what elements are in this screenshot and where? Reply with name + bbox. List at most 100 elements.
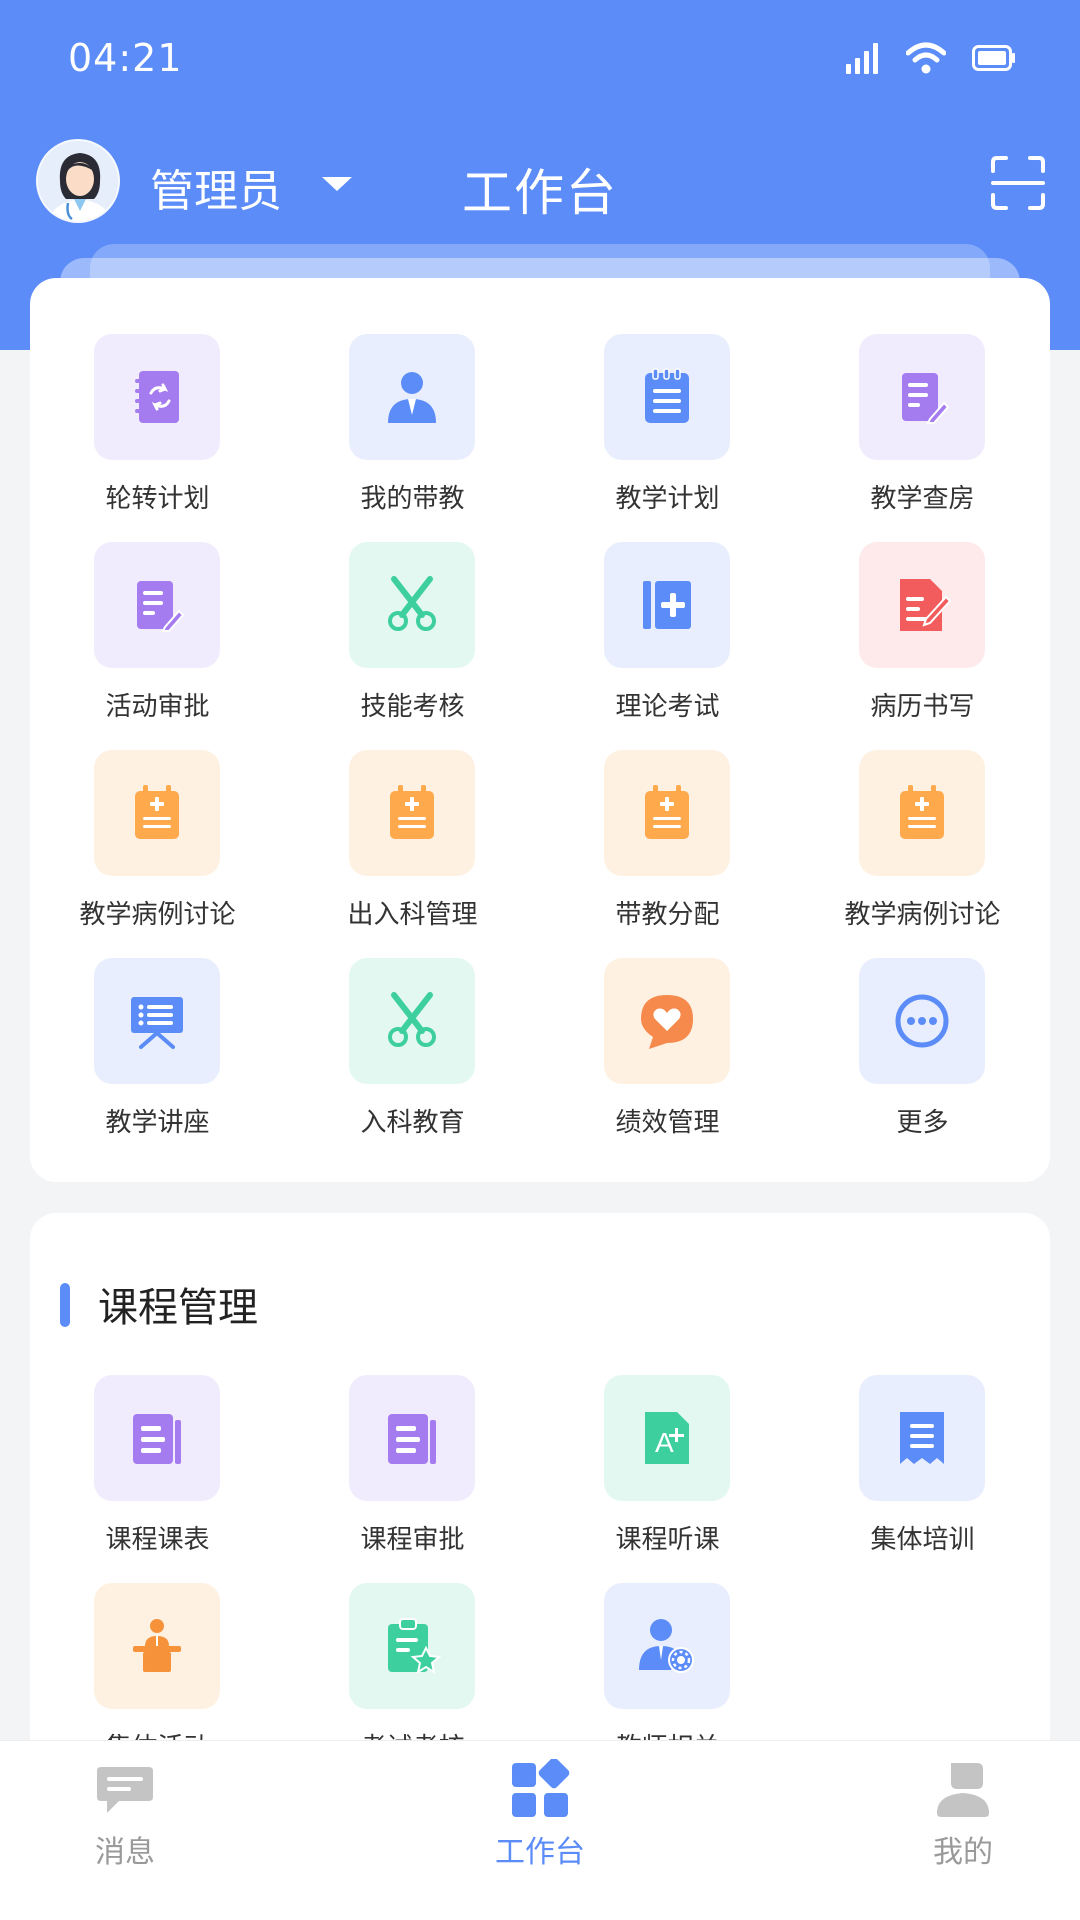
grid-item[interactable]: 教学讲座 xyxy=(30,958,285,1166)
grid-item-label: 轮转计划 xyxy=(105,484,210,514)
icon-tile xyxy=(859,750,985,876)
icon-tile xyxy=(349,334,475,460)
grid-item[interactable]: 带教分配 xyxy=(540,750,795,958)
grid-item[interactable]: 轮转计划 xyxy=(30,334,285,542)
grid-item-label: 活动审批 xyxy=(105,692,210,722)
grid-item-label: 教学计划 xyxy=(615,484,720,514)
signal-icon xyxy=(846,43,878,74)
grid-item-label: 技能考核 xyxy=(360,692,465,722)
icon-tile xyxy=(94,958,220,1084)
grid-item-label: 出入科管理 xyxy=(347,900,478,930)
grid-item-label: 入科教育 xyxy=(360,1108,465,1138)
wifi-icon xyxy=(906,42,946,74)
notebook-sync-icon xyxy=(135,371,179,423)
icon-tile xyxy=(604,958,730,1084)
grid-item[interactable]: 我的带教 xyxy=(285,334,540,542)
message-icon xyxy=(97,1767,153,1813)
scissors-icon xyxy=(388,992,436,1047)
grid-item[interactable]: 教学病例讨论 xyxy=(30,750,285,958)
grid-item[interactable]: 教学查房 xyxy=(795,334,1050,542)
status-time: 04:21 xyxy=(68,36,183,80)
document-edit-icon xyxy=(137,581,185,632)
lecturer-podium-icon xyxy=(133,1619,181,1672)
battery-icon xyxy=(972,45,1015,71)
page-title: 工作台 xyxy=(462,164,618,222)
profile-icon xyxy=(937,1763,989,1817)
grid-item-label: 病历书写 xyxy=(870,692,975,722)
grid-item[interactable]: 教学病例讨论 xyxy=(795,750,1050,958)
section-accent-bar xyxy=(60,1283,70,1327)
grid-item-label: 教学病例讨论 xyxy=(79,900,236,930)
clipboard-star-icon xyxy=(388,1618,442,1675)
medical-record-pen-icon xyxy=(900,579,952,631)
tab-profile[interactable]: 我的 xyxy=(853,1741,1073,1920)
grid-item-label: 教学讲座 xyxy=(105,1108,210,1138)
icon-tile xyxy=(859,542,985,668)
course-card: 课程管理 课程课表课程审批A课程听课集体培训集体活动考试考核教师相关 xyxy=(30,1213,1050,1813)
grid-item[interactable]: A 课程听课 xyxy=(540,1375,795,1583)
icon-tile xyxy=(349,750,475,876)
scissors-icon xyxy=(388,576,436,631)
more-dots-icon xyxy=(895,994,949,1048)
presentation-board-icon xyxy=(131,997,183,1049)
document-lines-icon xyxy=(388,1414,436,1464)
icon-tile xyxy=(94,750,220,876)
status-icons xyxy=(844,40,1016,76)
icon-tile xyxy=(604,750,730,876)
icon-tile xyxy=(604,542,730,668)
tab-workbench[interactable]: 工作台 xyxy=(430,1741,650,1920)
grid-item-label: 课程审批 xyxy=(360,1525,465,1555)
grid-item[interactable]: 入科教育 xyxy=(285,958,540,1166)
icon-tile xyxy=(94,1583,220,1709)
tab-label: 我的 xyxy=(933,1835,993,1870)
icon-tile xyxy=(859,1375,985,1501)
grid-item[interactable]: 出入科管理 xyxy=(285,750,540,958)
grid-item-label: 课程课表 xyxy=(105,1525,210,1555)
heart-chat-icon xyxy=(641,995,693,1049)
bottom-tabbar: 消息 工作台 我的 xyxy=(0,1740,1080,1920)
user-gear-icon xyxy=(639,1619,694,1673)
grid-item-label: 教学病例讨论 xyxy=(844,900,1001,930)
section-title: 课程管理 xyxy=(98,1285,258,1331)
scan-icon[interactable] xyxy=(990,155,1046,211)
icon-tile xyxy=(859,334,985,460)
function-card: 轮转计划 我的带教 教学计划 教学查房活动审批 技能考核 理论考试 病历书写教学病例讨论 出入… xyxy=(30,278,1050,1182)
icon-tile: A xyxy=(604,1375,730,1501)
tab-label: 消息 xyxy=(95,1835,155,1870)
grid-item[interactable]: 活动审批 xyxy=(30,542,285,750)
grid-item[interactable]: 技能考核 xyxy=(285,542,540,750)
grid-item-label: 绩效管理 xyxy=(615,1108,720,1138)
icon-tile xyxy=(349,542,475,668)
grid-item[interactable]: 理论考试 xyxy=(540,542,795,750)
clipboard-medical-icon xyxy=(645,785,689,839)
icon-tile xyxy=(94,334,220,460)
grid-item[interactable]: 更多 xyxy=(795,958,1050,1166)
grid-item[interactable]: 课程审批 xyxy=(285,1375,540,1583)
grid-item-label: 集体培训 xyxy=(870,1525,975,1555)
book-plus-icon xyxy=(643,581,691,629)
svg-text:A: A xyxy=(655,1427,674,1458)
clipboard-medical-icon xyxy=(135,785,179,839)
icon-tile xyxy=(604,1583,730,1709)
icon-tile xyxy=(349,1375,475,1501)
grid-item[interactable]: 病历书写 xyxy=(795,542,1050,750)
status-bar: 04:21 xyxy=(0,0,1080,110)
icon-tile xyxy=(349,1583,475,1709)
notepad-list-icon xyxy=(645,368,689,423)
grid-item-label: 更多 xyxy=(896,1108,949,1138)
document-lines-icon xyxy=(133,1414,181,1464)
grid-item[interactable]: 教学计划 xyxy=(540,334,795,542)
grid-item[interactable]: 课程课表 xyxy=(30,1375,285,1583)
document-edit-icon xyxy=(902,373,950,424)
icon-tile xyxy=(94,542,220,668)
clipboard-medical-icon xyxy=(900,785,944,839)
icon-tile xyxy=(94,1375,220,1501)
tab-messages[interactable]: 消息 xyxy=(15,1741,235,1920)
grid-item[interactable]: 绩效管理 xyxy=(540,958,795,1166)
top-bar: 管理员 工作台 xyxy=(0,135,1080,235)
tab-label: 工作台 xyxy=(495,1835,585,1870)
clipboard-medical-icon xyxy=(390,785,434,839)
receipt-icon xyxy=(900,1412,944,1464)
grid-item[interactable]: 集体培训 xyxy=(795,1375,1050,1583)
grid-item-label: 带教分配 xyxy=(615,900,720,930)
